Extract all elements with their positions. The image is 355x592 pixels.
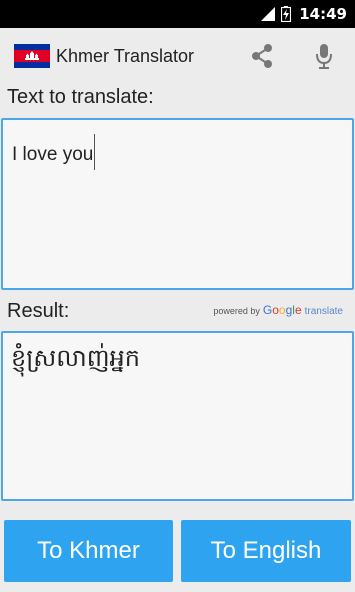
share-button[interactable]	[244, 38, 280, 74]
status-icons: 14:49	[261, 0, 347, 28]
cambodia-flag-icon	[14, 44, 50, 68]
to-english-button[interactable]: To English	[181, 520, 351, 582]
action-bar: Khmer Translator	[0, 28, 355, 84]
translate-text: translate	[304, 306, 343, 317]
input-text: I love you	[12, 144, 94, 165]
status-bar: 14:49	[0, 0, 355, 28]
result-field[interactable]: ខ្ញុំស្រលាញ់អ្នក	[1, 331, 354, 501]
microphone-icon	[316, 44, 332, 69]
google-letter: o	[272, 303, 279, 317]
battery-icon	[281, 6, 292, 22]
google-letter: G	[262, 303, 273, 317]
translate-input-field[interactable]: I love you	[1, 118, 354, 290]
result-label: Result:	[7, 300, 70, 322]
share-icon	[252, 44, 272, 68]
app-title: Khmer Translator	[56, 46, 195, 66]
input-label: Text to translate:	[7, 86, 154, 108]
to-khmer-button[interactable]: To Khmer	[4, 520, 173, 582]
microphone-button[interactable]	[306, 38, 342, 74]
signal-icon	[261, 7, 276, 21]
result-text: ខ្ញុំស្រលាញ់អ្នក	[11, 344, 141, 372]
powered-by-text: powered by	[213, 306, 260, 316]
google-letter: o	[278, 303, 286, 317]
google-logo: Google	[263, 303, 302, 317]
google-translate-attribution: powered by Google translate	[213, 303, 343, 317]
google-letter: e	[294, 303, 302, 317]
text-caret	[94, 134, 96, 170]
input-text-wrap: I love you	[12, 134, 96, 170]
status-time: 14:49	[299, 5, 347, 23]
